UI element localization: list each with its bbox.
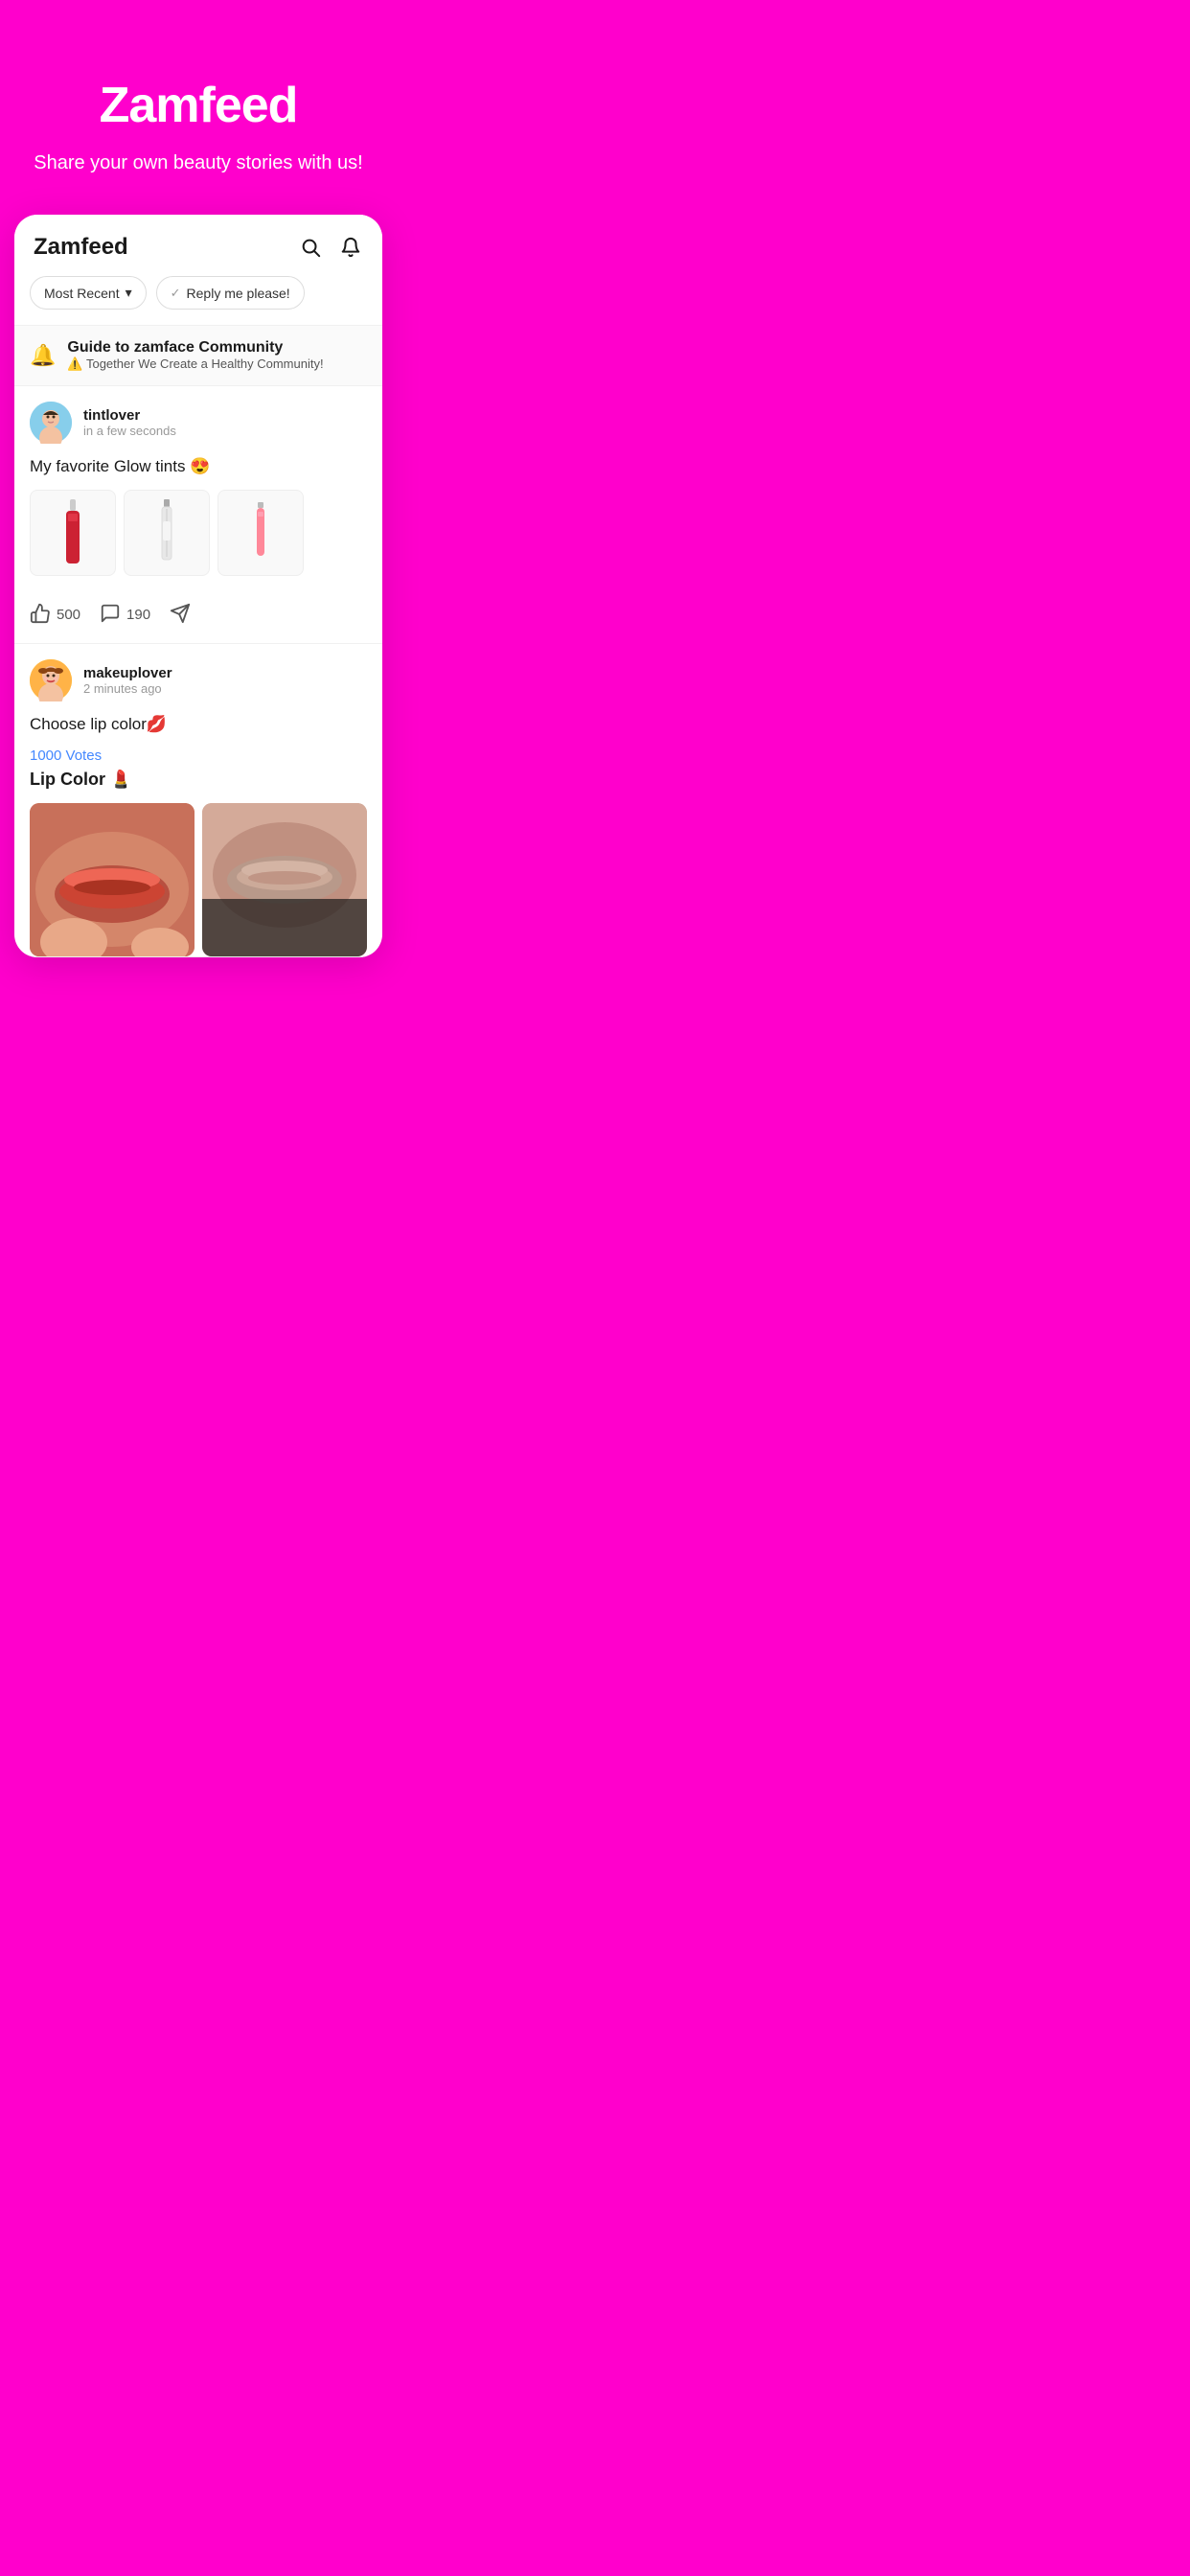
comment-button[interactable]: 190 — [100, 603, 150, 628]
post-2: makeuplover 2 minutes ago Choose lip col… — [14, 644, 382, 957]
product-2 — [124, 490, 210, 576]
post-1-header: tintlover in a few seconds — [30, 402, 367, 444]
chevron-down-icon: ▾ — [126, 285, 132, 301]
comment-icon — [100, 603, 121, 628]
app-header: Zamfeed — [14, 215, 382, 276]
announcement-subtitle: ⚠️ Together We Create a Healthy Communit… — [67, 356, 323, 372]
announcement-bar: 🔔 Guide to zamface Community ⚠️ Together… — [14, 325, 382, 386]
hero-section: Zamfeed Share your own beauty stories wi… — [0, 0, 397, 215]
post-2-username: makeuplover — [83, 665, 172, 681]
share-button[interactable] — [170, 603, 191, 628]
post-2-content: Choose lip color💋 — [30, 713, 367, 736]
app-logo: Zamfeed — [34, 234, 128, 261]
poll-title: Lip Color 💄 — [30, 770, 367, 790]
post-2-time: 2 minutes ago — [83, 681, 172, 696]
comment-count: 190 — [126, 607, 150, 623]
product-1 — [30, 490, 116, 576]
post-2-header: makeuplover 2 minutes ago — [30, 659, 367, 702]
post-1: tintlover in a few seconds My favorite G… — [14, 386, 382, 644]
avatar-tintlover — [30, 402, 72, 444]
post-1-username: tintlover — [83, 407, 176, 424]
search-button[interactable] — [298, 235, 323, 260]
share-icon — [170, 603, 191, 628]
sort-label: Most Recent — [44, 286, 120, 301]
post-1-content: My favorite Glow tints 😍 — [30, 455, 367, 478]
filter-bar: Most Recent ▾ ✓ Reply me please! — [14, 276, 382, 325]
bell-icon: 🔔 — [30, 343, 56, 368]
avatar-makeuplover — [30, 659, 72, 702]
votes-count: 1000 Votes — [30, 748, 367, 764]
post-1-time: in a few seconds — [83, 424, 176, 438]
post-2-meta: makeuplover 2 minutes ago — [83, 665, 172, 696]
announcement-title: Guide to zamface Community — [67, 339, 323, 356]
like-button[interactable]: 500 — [30, 603, 80, 628]
sort-filter[interactable]: Most Recent ▾ — [30, 276, 147, 310]
like-count: 500 — [57, 607, 80, 623]
main-card: Zamfeed Most Recent ▾ ✓ Reply me — [14, 215, 382, 957]
thumbs-up-icon — [30, 603, 51, 628]
tag-filter[interactable]: ✓ Reply me please! — [156, 276, 305, 310]
product-images — [30, 490, 367, 576]
lip-option-1[interactable] — [30, 803, 195, 956]
header-icons — [298, 235, 363, 260]
tag-label: Reply me please! — [187, 286, 290, 301]
post-1-meta: tintlover in a few seconds — [83, 407, 176, 438]
notification-button[interactable] — [338, 235, 363, 260]
lip-option-2[interactable] — [202, 803, 367, 956]
check-icon: ✓ — [171, 286, 181, 301]
lip-poll-images — [30, 803, 367, 956]
hero-subtitle: Share your own beauty stories with us! — [34, 150, 363, 176]
product-3 — [217, 490, 304, 576]
announcement-content: Guide to zamface Community ⚠️ Together W… — [67, 339, 323, 372]
post-1-actions: 500 190 — [30, 591, 367, 643]
hero-title: Zamfeed — [100, 77, 298, 134]
